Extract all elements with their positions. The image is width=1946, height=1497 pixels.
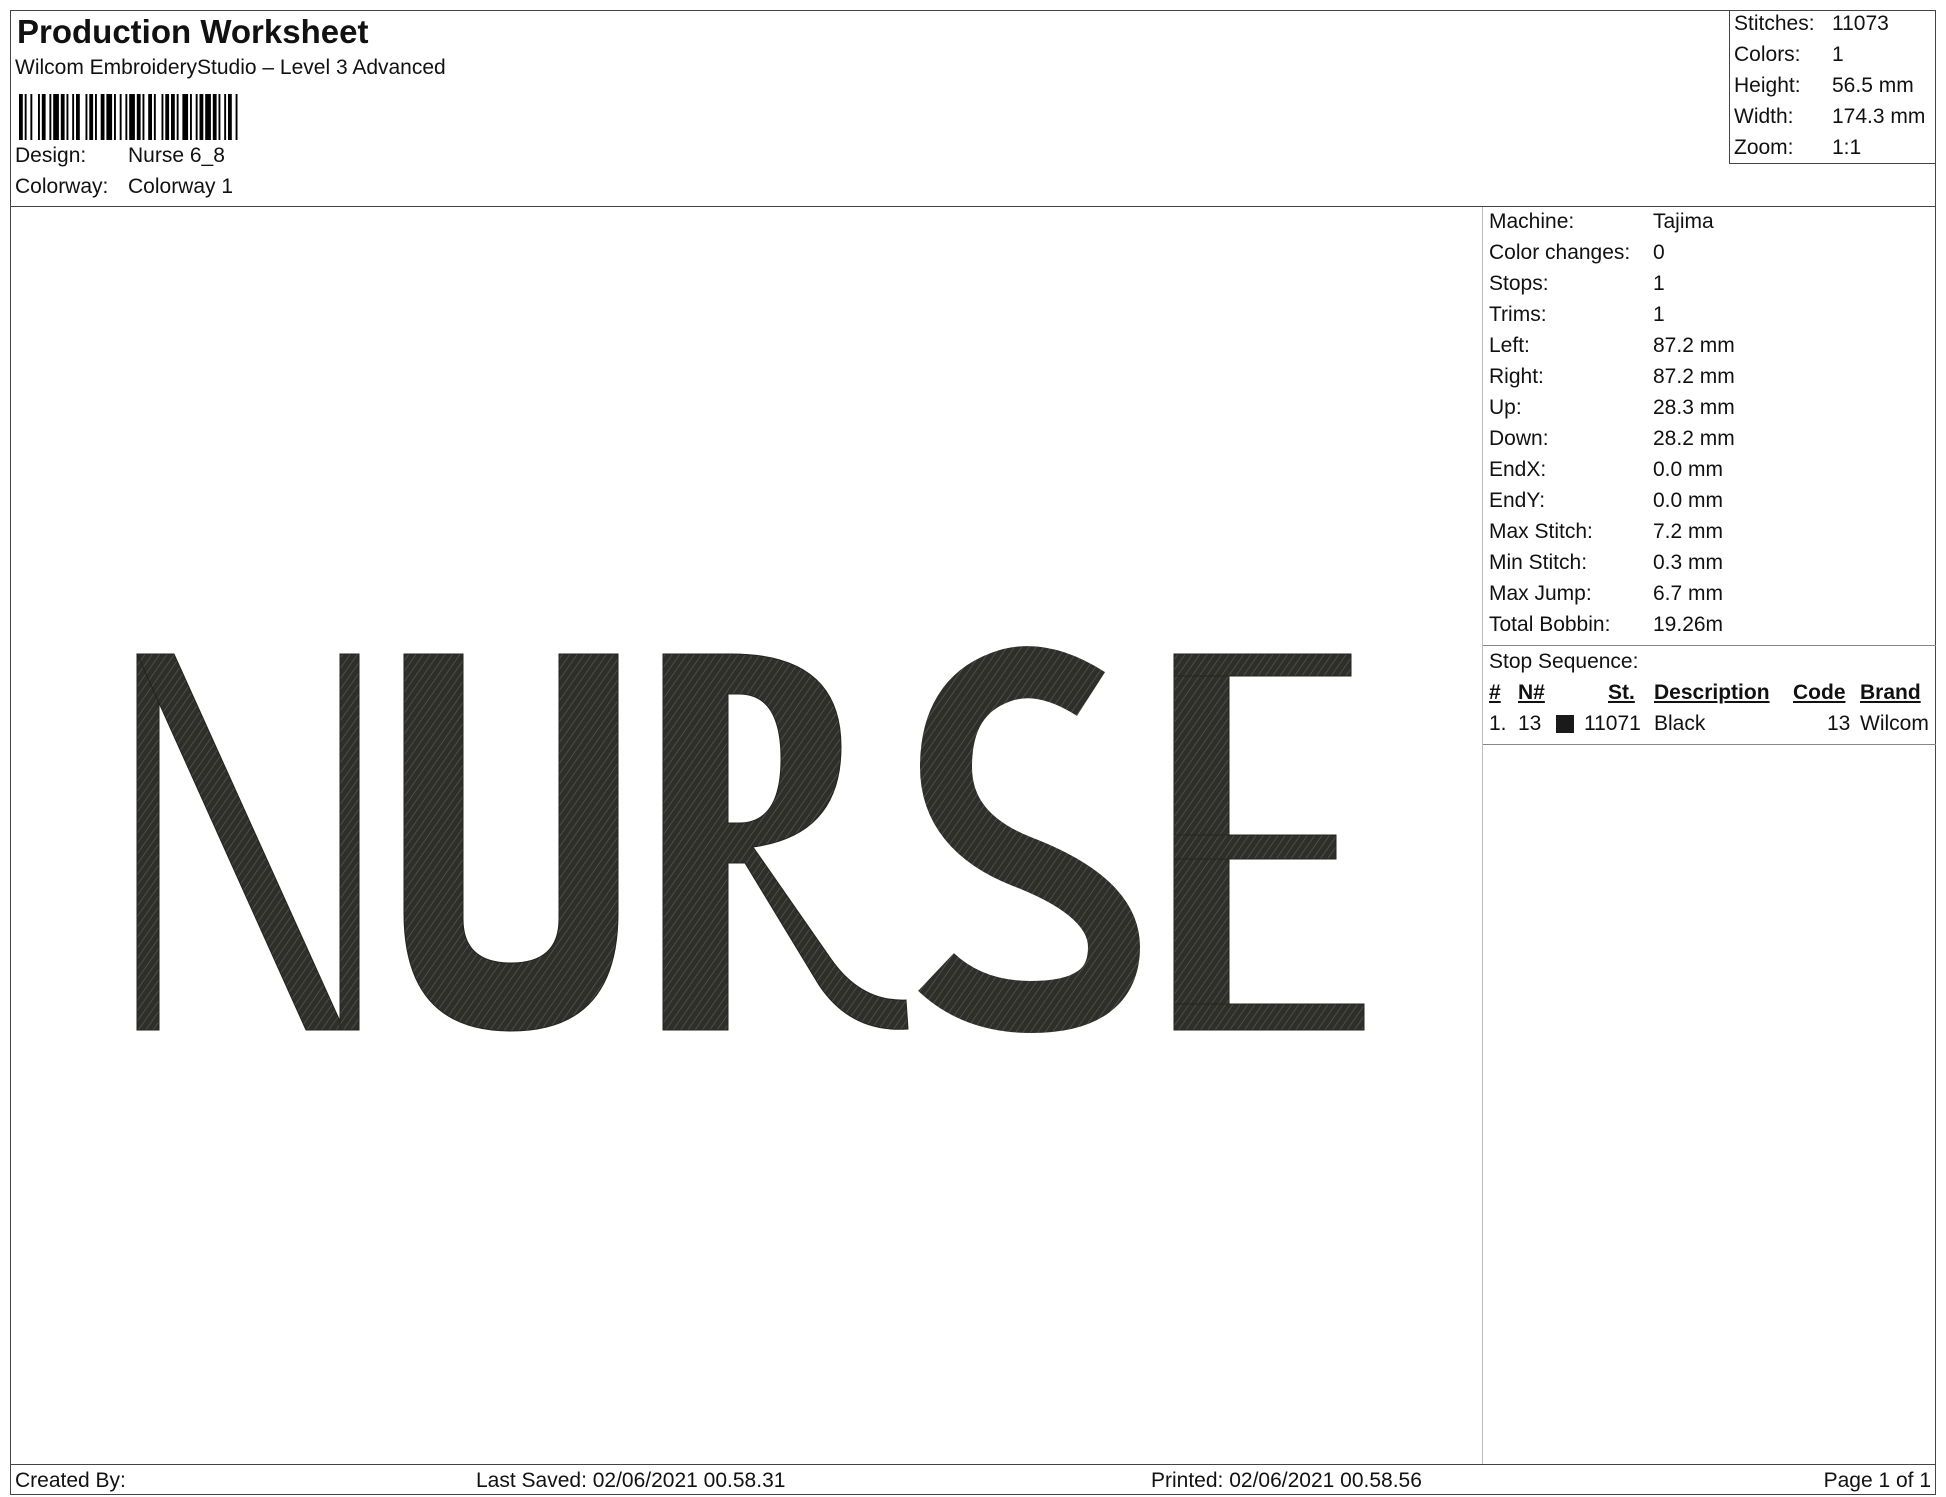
row-stitches: 11071: [1584, 712, 1641, 735]
summary-row-zoom: Zoom: 1:1: [1734, 136, 1862, 159]
stop-sequence: Stop Sequence: # N# St. Description Code…: [1483, 645, 1936, 745]
worksheet-title: Production Worksheet: [17, 13, 369, 50]
detail-value: 6.7 mm: [1653, 582, 1724, 605]
letter-r: [662, 653, 909, 1031]
letter-u: [403, 653, 619, 1032]
detail-label: EndY:: [1489, 489, 1546, 512]
design-summary: Stitches: 11073 Colors: 1 Height: 56.5 mm W…: [1729, 11, 1936, 164]
detail-row-endx: EndX: 0.0 mm: [1489, 458, 1723, 482]
design-preview: [11, 207, 1481, 1464]
detail-label: Up:: [1489, 396, 1522, 419]
page-number: Page 1 of 1: [1823, 1469, 1931, 1492]
detail-row-max-stitch: Max Stitch: 7.2 mm: [1489, 520, 1723, 544]
detail-label: Min Stitch:: [1489, 551, 1588, 574]
detail-label: EndX:: [1489, 458, 1547, 481]
embroidery-preview-svg: [136, 646, 1365, 1034]
colorway-value: Colorway 1: [128, 175, 234, 198]
detail-row-trims: Trims: 1: [1489, 303, 1665, 327]
summary-row-colors: Colors: 1: [1734, 43, 1844, 66]
detail-value: 0.0 mm: [1653, 458, 1724, 481]
detail-label: Trims:: [1489, 303, 1547, 326]
detail-label: Machine:: [1489, 210, 1575, 233]
detail-row-down: Down: 28.2 mm: [1489, 427, 1735, 451]
row-code: 13: [1827, 712, 1851, 735]
row-number: 1.: [1489, 712, 1507, 735]
printed-date: Printed: 02/06/2021 00.58.56: [1151, 1469, 1422, 1492]
colorway-label: Colorway:: [15, 175, 109, 198]
detail-label: Max Jump:: [1489, 582, 1592, 605]
detail-value: 19.26m: [1653, 613, 1724, 636]
detail-value: 28.3 mm: [1653, 396, 1735, 419]
machine-details-panel: Machine: Tajima Color changes: 0 Stops: 1 Trim…: [1482, 207, 1936, 1464]
worksheet-footer: Created By: Last Saved: 02/06/2021 00.58…: [11, 1464, 1935, 1495]
last-saved: Last Saved: 02/06/2021 00.58.31: [476, 1469, 786, 1492]
detail-label: Max Stitch:: [1489, 520, 1593, 543]
detail-row-min-stitch: Min Stitch: 0.3 mm: [1489, 551, 1723, 575]
detail-label: Total Bobbin:: [1489, 613, 1611, 636]
detail-row-left: Left: 87.2 mm: [1489, 334, 1735, 358]
col-brand: Brand: [1860, 681, 1921, 704]
col-needle: N#: [1518, 681, 1545, 704]
letter-e: [1173, 653, 1365, 1031]
detail-row-up: Up: 28.3 mm: [1489, 396, 1735, 420]
detail-label: Color changes:: [1489, 241, 1631, 264]
detail-value: Tajima: [1653, 210, 1714, 233]
detail-value: 28.2 mm: [1653, 427, 1735, 450]
detail-row-max-jump: Max Jump: 6.7 mm: [1489, 582, 1723, 606]
detail-row-endy: EndY: 0.0 mm: [1489, 489, 1723, 513]
letter-s: [918, 646, 1141, 1034]
row-needle: 13: [1518, 712, 1542, 735]
detail-row-stops: Stops: 1: [1489, 272, 1665, 296]
production-worksheet: Production Worksheet Wilcom EmbroiderySt…: [10, 10, 1936, 1495]
summary-row-width: Width: 174.3 mm: [1734, 105, 1926, 128]
detail-row-color-changes: Color changes: 0: [1489, 241, 1665, 265]
detail-value: 1: [1653, 272, 1665, 295]
stop-sequence-title: Stop Sequence:: [1489, 650, 1639, 673]
barcode-image: [19, 94, 238, 140]
detail-label: Left:: [1489, 334, 1530, 357]
created-by: Created By:: [15, 1469, 126, 1492]
design-label: Design:: [15, 144, 87, 167]
design-value: Nurse 6_8: [128, 144, 225, 167]
detail-label: Stops:: [1489, 272, 1549, 295]
worksheet-header: Production Worksheet Wilcom EmbroiderySt…: [11, 11, 1936, 207]
embroidered-text: [136, 646, 1365, 1034]
summary-row-stitches: Stitches: 11073: [1734, 12, 1889, 35]
detail-row-right: Right: 87.2 mm: [1489, 365, 1735, 389]
letter-n: [136, 653, 360, 1031]
detail-value: 0.0 mm: [1653, 489, 1724, 512]
thread-color-swatch: [1556, 715, 1574, 733]
summary-row-height: Height: 56.5 mm: [1734, 74, 1914, 97]
detail-value: 1: [1653, 303, 1665, 326]
col-number: #: [1489, 681, 1501, 704]
detail-value: 87.2 mm: [1653, 334, 1735, 357]
col-code: Code: [1793, 681, 1846, 704]
detail-row-machine: Machine: Tajima: [1489, 210, 1714, 234]
detail-value: 87.2 mm: [1653, 365, 1735, 388]
detail-value: 7.2 mm: [1653, 520, 1724, 543]
row-description: Black: [1654, 712, 1706, 735]
detail-label: Right:: [1489, 365, 1544, 388]
col-description: Description: [1654, 681, 1770, 704]
detail-value: 0: [1653, 241, 1665, 264]
software-name: Wilcom EmbroideryStudio – Level 3 Advanc…: [15, 56, 446, 79]
col-stitches: St.: [1608, 681, 1635, 704]
detail-row-total-bobbin: Total Bobbin: 19.26m: [1489, 613, 1723, 637]
detail-label: Down:: [1489, 427, 1549, 450]
detail-value: 0.3 mm: [1653, 551, 1724, 574]
row-brand: Wilcom: [1860, 712, 1929, 735]
